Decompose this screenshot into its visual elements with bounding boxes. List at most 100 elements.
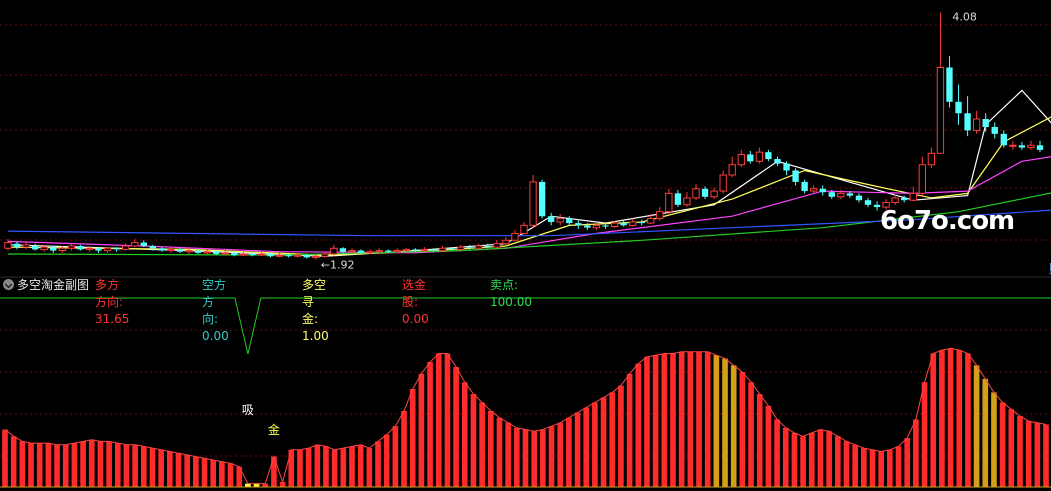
- indicator-bar: [531, 431, 537, 487]
- indicator-bar: [435, 353, 442, 487]
- indicator-item: 多空寻金: 1.00: [302, 278, 329, 343]
- indicator-bar: [88, 439, 95, 487]
- indicator-bar: [696, 351, 702, 487]
- indicator-bar: [453, 367, 459, 487]
- indicator-bar: [392, 426, 399, 487]
- indicator-bar: [193, 456, 199, 487]
- indicator-bar: [566, 417, 572, 487]
- indicator-bar: [375, 441, 381, 487]
- indicator-bar: [748, 382, 754, 487]
- indicator-bar: [253, 483, 260, 487]
- indicator-bar: [331, 449, 338, 487]
- indicator-bar: [878, 451, 884, 487]
- indicator-bar: [305, 448, 312, 487]
- indicator-bar: [583, 407, 590, 487]
- indicator-bar: [808, 432, 815, 487]
- indicator-title[interactable]: 多空淘金副图: [17, 277, 89, 294]
- indicator-panel: 吸金: [0, 276, 1051, 488]
- indicator-bar: [652, 355, 659, 487]
- indicator-bar: [175, 453, 182, 487]
- signal-label: 金: [268, 422, 280, 437]
- indicator-bar: [401, 410, 407, 487]
- indicator-bar: [219, 461, 225, 487]
- indicator-bar: [609, 392, 616, 487]
- indicator-bar: [548, 426, 555, 487]
- indicator-bar: [557, 422, 564, 487]
- indicator-bar: [314, 444, 321, 487]
- indicator-bar: [54, 444, 60, 487]
- indicator-bar: [158, 449, 164, 487]
- indicator-bar: [80, 441, 86, 487]
- indicator-bar: [887, 449, 893, 487]
- indicator-bar: [973, 365, 980, 487]
- indicator-bar: [574, 412, 581, 487]
- indicator-bar: [297, 449, 303, 487]
- indicator-bar: [791, 432, 798, 487]
- indicator-bar: [913, 419, 919, 487]
- indicator-bar: [140, 446, 147, 487]
- indicator-bar: [409, 388, 416, 487]
- indicator-bar: [765, 405, 772, 487]
- indicator-bar: [739, 372, 746, 487]
- indicator-bar: [782, 427, 789, 487]
- indicator-bar: [10, 436, 17, 487]
- indicator-bar: [167, 451, 173, 487]
- indicator-bar: [592, 402, 598, 487]
- indicator-bar: [722, 358, 728, 487]
- indicator-bar: [227, 463, 234, 487]
- indicator-bar: [800, 436, 806, 487]
- watermark-text: 6o7o.com: [880, 206, 1015, 236]
- indicator-bar: [262, 483, 269, 487]
- indicator-bar: [210, 459, 217, 487]
- indicator-bar: [600, 397, 607, 487]
- indicator-bar: [427, 361, 433, 487]
- indicator-bar: [45, 443, 52, 487]
- indicator-item: 选金股: 0.00: [402, 278, 429, 326]
- indicator-bar: [19, 441, 26, 487]
- indicator-bar: [661, 353, 668, 487]
- indicator-bar: [349, 446, 355, 487]
- indicator-bar: [123, 444, 130, 487]
- indicator-bar: [505, 422, 511, 487]
- indicator-bar: [644, 356, 650, 487]
- indicator-bar: [28, 443, 34, 487]
- indicator-bar: [869, 449, 876, 487]
- indicator-bar: [132, 444, 138, 487]
- indicator-bar: [540, 429, 546, 487]
- indicator-bar: [1017, 416, 1023, 487]
- indicator-bar: [965, 353, 971, 487]
- indicator-bar: [2, 429, 8, 487]
- indicator-bar: [956, 350, 963, 487]
- indicator-bar: [36, 443, 43, 487]
- indicator-bar: [149, 448, 156, 487]
- indicator-header: 多空淘金副图 多方方向: 31.65 空方方向: 0.00 多空寻金: 1.00 选金…: [0, 277, 1051, 343]
- indicator-bar: [861, 448, 867, 487]
- indicator-bar: [904, 437, 911, 487]
- indicator-bar: [340, 448, 347, 487]
- indicator-bar: [999, 402, 1006, 487]
- indicator-bar: [496, 417, 503, 487]
- indicator-bar: [670, 353, 676, 487]
- signal-label: 吸: [242, 403, 254, 417]
- chevron-down-icon[interactable]: [3, 279, 14, 290]
- indicator-bar: [756, 394, 763, 487]
- indicator-bar: [514, 427, 520, 487]
- indicator-bar: [114, 443, 121, 487]
- indicator-bar: [704, 351, 711, 487]
- indicator-bar: [930, 353, 937, 487]
- indicator-item: 卖点: 100.00: [490, 278, 532, 309]
- indicator-bar: [184, 454, 190, 487]
- indicator-bar: [1034, 422, 1041, 487]
- indicator-bar: [106, 441, 112, 487]
- indicator-bar: [97, 441, 104, 487]
- indicator-bar: [479, 402, 485, 487]
- indicator-bar: [687, 351, 694, 487]
- indicator-bar: [626, 373, 633, 487]
- indicator-bar: [852, 444, 858, 487]
- indicator-bar: [1025, 421, 1032, 487]
- indicator-bar: [366, 448, 373, 487]
- indicator-bar: [774, 419, 780, 487]
- indicator-bar: [982, 378, 989, 487]
- indicator-bar: [939, 350, 945, 487]
- indicator-bar: [71, 443, 78, 487]
